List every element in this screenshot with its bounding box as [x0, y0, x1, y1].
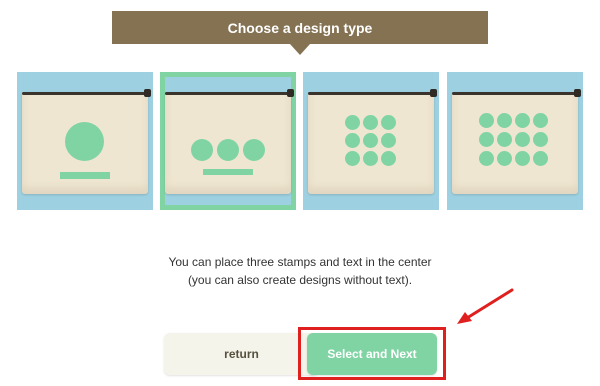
return-button[interactable]: return — [164, 333, 319, 375]
stamp-circle-icon — [479, 132, 494, 147]
stamp-circle-icon — [243, 139, 265, 161]
stamp-circle-icon — [191, 139, 213, 161]
stamp-circle-icon — [497, 113, 512, 128]
annotation-arrow-icon — [457, 288, 514, 324]
stamp-circle-icon — [345, 133, 360, 148]
design-option-nine-stamp[interactable] — [303, 72, 439, 210]
stamp-circle-icon — [381, 115, 396, 130]
design-description-line-2: (you can also create designs without tex… — [187, 273, 413, 287]
stamp-circle-icon — [217, 139, 239, 161]
stamp-circle-icon — [515, 151, 530, 166]
text-bar-icon — [60, 172, 110, 179]
stamp-circle-icon — [515, 113, 530, 128]
pouch-image — [22, 89, 151, 194]
stamp-circle-icon — [345, 115, 360, 130]
design-option-one-stamp[interactable] — [17, 72, 153, 210]
stamp-circle-icon — [497, 132, 512, 147]
stamp-circle-icon — [533, 151, 548, 166]
stamp-circle-icon — [479, 151, 494, 166]
design-options — [17, 72, 583, 210]
stamp-circle-icon — [479, 113, 494, 128]
stamp-circle-icon — [65, 122, 104, 161]
stamp-circle-icon — [515, 132, 530, 147]
stamp-circle-icon — [381, 133, 396, 148]
stamp-circle-icon — [363, 115, 378, 130]
highlight-box — [298, 327, 446, 380]
header: Choose a design type — [112, 11, 488, 61]
text-bar-icon — [203, 169, 253, 175]
stamp-circle-icon — [363, 151, 378, 166]
design-description-line-1: You can place three stamps and text in t… — [168, 255, 432, 269]
stamp-circle-icon — [381, 151, 396, 166]
header-pointer-icon — [290, 44, 310, 55]
stamp-circle-icon — [533, 113, 548, 128]
header-title: Choose a design type — [112, 11, 488, 44]
pouch-image — [165, 89, 294, 194]
design-option-three-stamp[interactable] — [160, 72, 296, 210]
stamp-circle-icon — [345, 151, 360, 166]
stamp-circle-icon — [363, 133, 378, 148]
design-option-twelve-stamp[interactable] — [447, 72, 583, 210]
pouch-image — [452, 89, 581, 194]
stamp-circle-icon — [533, 132, 548, 147]
pouch-image — [308, 89, 437, 194]
stamp-circle-icon — [497, 151, 512, 166]
